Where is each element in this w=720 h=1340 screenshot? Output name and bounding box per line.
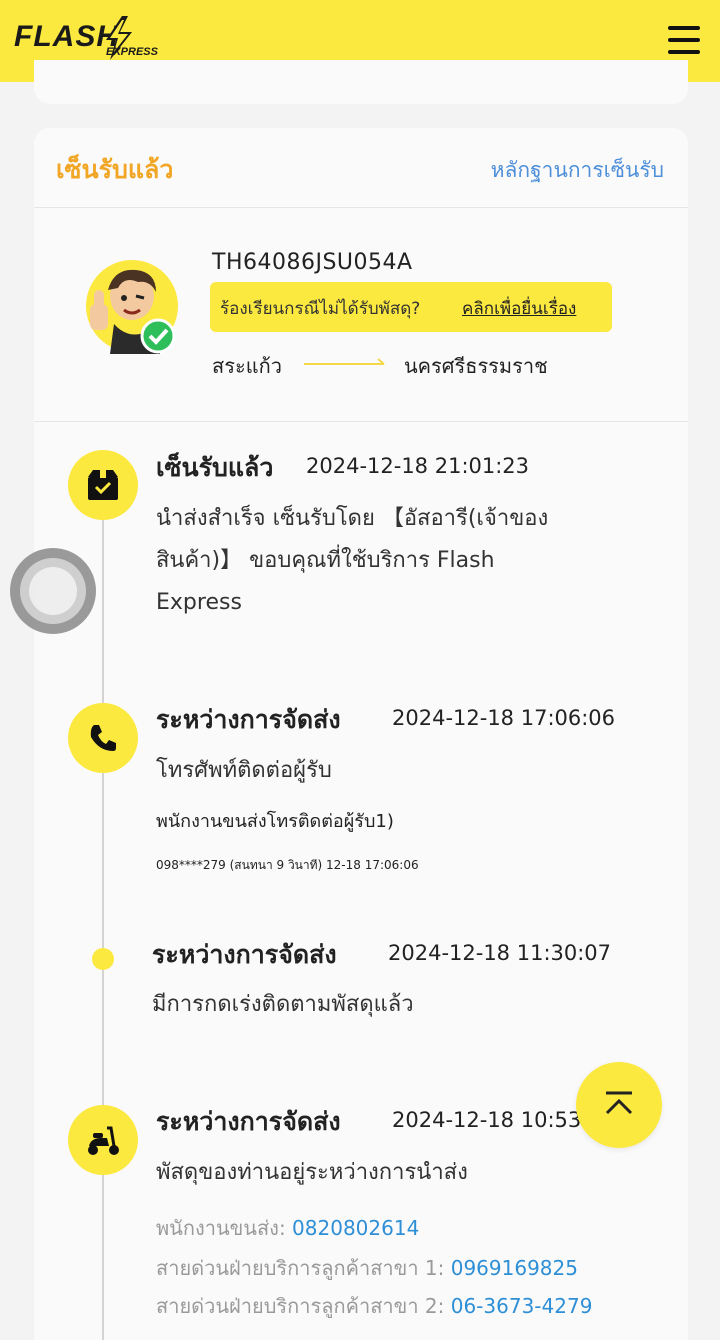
scroll-to-top-button[interactable] [576,1062,662,1148]
shipment-summary: TH64086JSU054A ร้องเรียนกรณีไม่ได้รับพัส… [34,208,688,422]
hotline-1: สายด่วนฝ่ายบริการลูกค้าสาขา 1: 096916982… [156,1252,578,1284]
hotline-1-phone-link[interactable]: 0969169825 [451,1256,578,1280]
event-title: ระหว่างการจัดส่ง [156,705,341,734]
origin-city: สระแก้ว [212,354,282,378]
signature-proof-link[interactable]: หลักฐานการเซ็นรับ [491,154,664,187]
route: สระแก้ว นครศรีธรรมราช [212,350,612,380]
call-log: 098****279 (สนทนา 9 วินาที) 12-18 17:06:… [156,858,419,872]
timeline-line [102,500,104,1340]
courier-phone-link[interactable]: 0820802614 [292,1216,419,1240]
tracking-number: TH64086JSU054A [212,250,413,275]
courier-contact: พนักงานขนส่ง: 0820802614 [156,1212,419,1244]
timeline-dot [92,948,114,970]
event-time: 2024-12-18 11:30:07 [388,941,612,965]
hamburger-menu-icon[interactable] [664,20,704,60]
status-title: เซ็นรับแล้ว [56,155,174,184]
card-header: เซ็นรับแล้ว หลักฐานการเซ็นรับ [34,128,688,208]
event-description: พัสดุของท่านอยู่ระหว่างการนำส่ง [156,1160,468,1185]
courier-label: พนักงานขนส่ง: [156,1216,286,1240]
destination-city: นครศรีธรรมราช [404,354,548,378]
event-icon-scooter [68,1105,138,1175]
event-title: เซ็นรับแล้ว [156,453,274,482]
chevron-up-icon [605,1091,633,1115]
event-description-line: สินค้า)】 ขอบคุณที่ใช้บริการ Flash [156,548,495,573]
event-icon-phone [68,703,138,773]
courier-avatar [86,260,178,354]
event-title: ระหว่างการจัดส่ง [152,940,337,969]
hotline-1-label: สายด่วนฝ่ายบริการลูกค้าสาขา 1: [156,1256,445,1280]
event-description: โทรศัพท์ติดต่อผู้รับ [156,758,332,783]
event-subtext: พนักงานขนส่งโทรติดต่อผู้รับ1) [156,811,394,832]
hotline-2: สายด่วนฝ่ายบริการลูกค้าสาขา 2: 06-3673-4… [156,1290,592,1322]
route-arrow-icon [304,358,385,365]
event-time: 2024-12-18 10:53: [392,1108,589,1132]
complaint-question: ร้องเรียนกรณีไม่ได้รับพัสดุ? [220,299,421,319]
event-description-line: นำส่งสำเร็จ เซ็นรับโดย 【อัสอารี(เจ้าของ [156,506,549,531]
complaint-box: ร้องเรียนกรณีไม่ได้รับพัสดุ? คลิกเพื่อยื… [210,282,612,332]
file-complaint-link[interactable]: คลิกเพื่อยื่นเรื่อง [462,295,576,322]
scooter-icon [88,1126,119,1155]
event-description: มีการกดเร่งติดตามพัสดุแล้ว [152,992,414,1017]
package-box-icon [88,470,118,500]
event-icon-signed [68,450,138,520]
event-time: 2024-12-18 21:01:23 [306,454,530,478]
event-title: ระหว่างการจัดส่ง [156,1107,341,1136]
previous-card-bottom [34,60,688,104]
logo-subtext: EXPRESS [106,46,158,58]
event-time: 2024-12-18 17:06:06 [392,706,616,730]
assistive-touch-center [29,567,77,615]
assistive-touch-button[interactable] [10,548,96,634]
phone-icon [90,725,116,751]
hotline-2-label: สายด่วนฝ่ายบริการลูกค้าสาขา 2: [156,1294,445,1318]
hotline-2-phone-link[interactable]: 06-3673-4279 [451,1294,593,1318]
flash-express-logo[interactable]: FLASH EXPRESS [14,16,158,62]
event-description-line: Express [156,590,242,615]
